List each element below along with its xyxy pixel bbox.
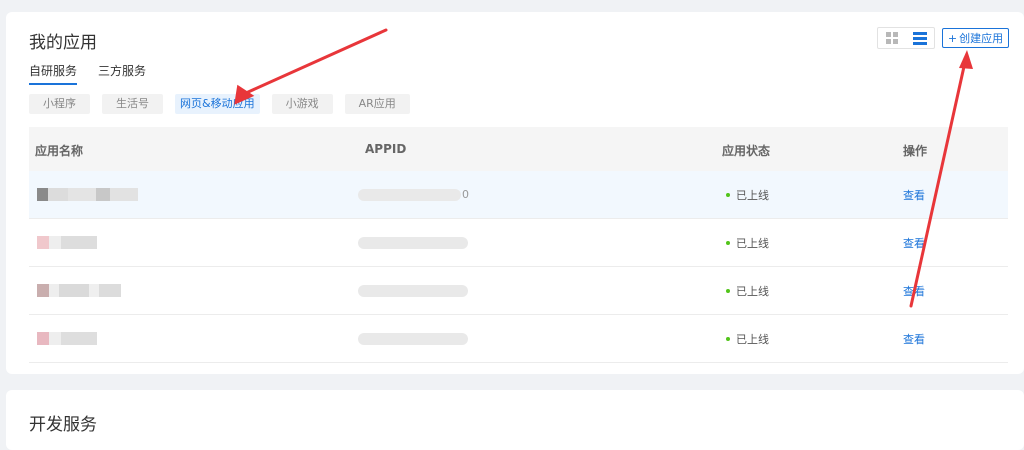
appid-redacted: 0 xyxy=(358,171,469,218)
my-apps-panel: 我的应用 + 创建应用 自研服务 三方服务 小程序 生活号 网页&移动应用 小游… xyxy=(6,12,1024,374)
page-title: 我的应用 xyxy=(29,33,97,53)
service-tabs: 自研服务 三方服务 xyxy=(29,62,146,85)
view-link[interactable]: 查看 xyxy=(903,219,925,266)
header-action: 操作 xyxy=(903,144,928,158)
appid-redacted xyxy=(358,315,468,362)
category-mini-game[interactable]: 小游戏 xyxy=(271,94,333,114)
plus-icon: + xyxy=(947,31,958,45)
appid-redacted xyxy=(358,219,468,266)
category-filters: 小程序 生活号 网页&移动应用 小游戏 AR应用 xyxy=(29,94,410,114)
section-title: 开发服务 xyxy=(29,415,97,435)
view-link[interactable]: 查看 xyxy=(903,315,925,362)
grid-view-icon xyxy=(886,32,898,44)
header-status: 应用状态 xyxy=(722,144,771,158)
app-name-redacted xyxy=(37,267,121,314)
category-ar-app[interactable]: AR应用 xyxy=(344,94,410,114)
app-name-redacted xyxy=(37,315,97,362)
header-appid: APPID xyxy=(365,142,407,156)
view-link[interactable]: 查看 xyxy=(903,267,925,314)
table-row[interactable]: 已上线 查看 xyxy=(29,219,1008,267)
list-view-icon xyxy=(913,30,927,47)
header-app-name: 应用名称 xyxy=(35,144,84,158)
tab-self-developed[interactable]: 自研服务 xyxy=(29,62,78,85)
view-toggle xyxy=(877,27,935,49)
create-app-label: 创建应用 xyxy=(959,32,1004,45)
status-cell: 已上线 xyxy=(726,267,769,314)
status-cell: 已上线 xyxy=(726,171,769,218)
status-text: 已上线 xyxy=(736,332,769,346)
app-name-redacted xyxy=(37,219,97,266)
category-web-mobile[interactable]: 网页&移动应用 xyxy=(175,94,260,114)
table-row[interactable]: 0 已上线 查看 xyxy=(29,171,1008,219)
category-life-account[interactable]: 生活号 xyxy=(102,94,163,114)
status-dot-icon xyxy=(726,192,730,197)
appid-redacted xyxy=(358,267,468,314)
list-view-button[interactable] xyxy=(906,28,934,48)
category-mini-program[interactable]: 小程序 xyxy=(29,94,90,114)
create-app-button[interactable]: + 创建应用 xyxy=(942,28,1009,48)
table-row[interactable]: 已上线 查看 xyxy=(29,267,1008,315)
view-link[interactable]: 查看 xyxy=(903,171,925,218)
table-header: 应用名称 APPID 应用状态 操作 xyxy=(29,127,1008,171)
table-row[interactable]: 已上线 查看 xyxy=(29,315,1008,363)
status-cell: 已上线 xyxy=(726,315,769,362)
grid-view-button[interactable] xyxy=(878,28,906,48)
status-dot-icon xyxy=(726,288,730,293)
status-dot-icon xyxy=(726,240,730,245)
dev-services-panel: 开发服务 xyxy=(6,390,1024,450)
status-text: 已上线 xyxy=(736,284,769,298)
app-name-redacted xyxy=(37,171,138,218)
tab-third-party[interactable]: 三方服务 xyxy=(98,62,146,85)
status-cell: 已上线 xyxy=(726,219,769,266)
status-dot-icon xyxy=(726,336,730,341)
status-text: 已上线 xyxy=(736,236,769,250)
status-text: 已上线 xyxy=(736,188,769,202)
